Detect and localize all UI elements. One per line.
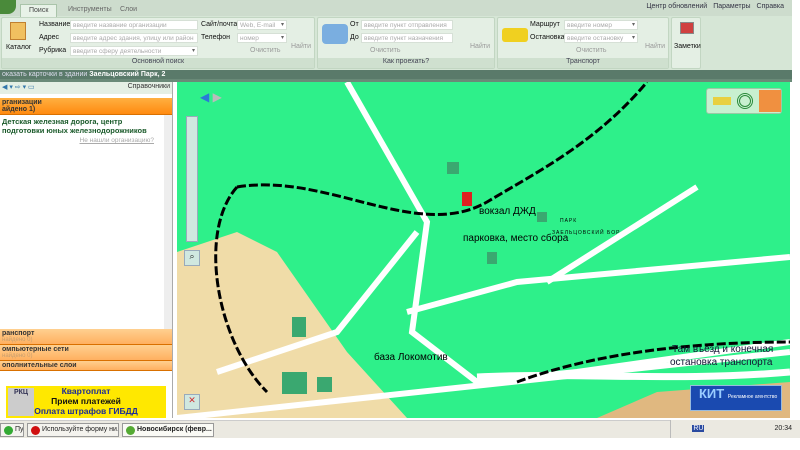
tab-tools[interactable]: Инструменты bbox=[60, 4, 120, 17]
address-label: Адрес bbox=[39, 34, 60, 41]
ruler-icon[interactable] bbox=[713, 97, 731, 105]
catalog-icon bbox=[10, 22, 26, 40]
site-input[interactable]: Web, E-mail bbox=[237, 20, 287, 30]
transport-group: Маршрут введите номер Остановка введите … bbox=[497, 17, 669, 69]
stop-label: Остановка bbox=[530, 34, 565, 41]
route-group: От введите пункт отправления До введите … bbox=[317, 17, 495, 69]
find-button[interactable]: Найти bbox=[291, 43, 311, 50]
tab-search[interactable]: Поиск bbox=[20, 4, 58, 17]
rkc-logo: РКЦ bbox=[8, 388, 34, 416]
phone-label: Телефон bbox=[201, 34, 231, 41]
layers-section[interactable]: ополнительные слои bbox=[0, 361, 172, 371]
start-button[interactable]: Пуск bbox=[0, 423, 24, 437]
section-count: найдено 0) bbox=[2, 337, 33, 343]
entrance-label: Там въезд и конечная bbox=[672, 344, 774, 355]
building-name: Заельцовский Парк, 2 bbox=[89, 71, 166, 78]
clock[interactable]: 20:34 bbox=[774, 425, 792, 432]
group-title: Как проехать? bbox=[318, 58, 494, 68]
from-input[interactable]: введите пункт отправления bbox=[361, 20, 453, 30]
entrance-label: остановка транспорта bbox=[670, 357, 773, 368]
main-search-group: Каталог Название введите название органи… bbox=[1, 17, 315, 69]
directories-dropdown[interactable]: Справочники bbox=[128, 83, 170, 90]
name-input[interactable]: введите название организации bbox=[70, 20, 198, 30]
language-indicator[interactable]: RU bbox=[692, 425, 705, 432]
site-label: Сайт/почта bbox=[201, 21, 238, 28]
section-label: омпьютерные сети bbox=[2, 346, 69, 353]
networks-section[interactable]: омпьютерные сети найдено 0) bbox=[0, 345, 172, 361]
left-toolbar: ◀ ▾ ⇨ ▾ ▭ Справочники bbox=[0, 82, 172, 94]
taskbar-item-opera[interactable]: Используйте форму ни... bbox=[27, 423, 119, 437]
stop-input[interactable]: введите остановку bbox=[564, 33, 638, 43]
bus-icon bbox=[502, 28, 528, 42]
map-canvas[interactable]: ◀ ▶ ⌕ ✕ вокзал ДЖД парковка, место сбора… bbox=[177, 82, 790, 418]
building-status[interactable]: оказать карточки в здании Заельцовский П… bbox=[0, 70, 792, 79]
zoom-slider[interactable] bbox=[186, 116, 198, 242]
station-label: вокзал ДЖД bbox=[479, 206, 536, 217]
transport-clear-button[interactable]: Очистить bbox=[576, 47, 606, 54]
fullscreen-icon[interactable]: ✕ bbox=[184, 394, 200, 410]
organizations-section[interactable]: рганизации айдено 1) bbox=[0, 98, 172, 115]
route-number-label: Маршрут bbox=[530, 21, 560, 28]
status-prefix: оказать карточки в здании bbox=[2, 71, 88, 78]
catalog-button[interactable]: Каталог bbox=[6, 44, 31, 51]
radar-icon[interactable] bbox=[737, 93, 753, 109]
top-links: Центр обновлений Параметры Справка bbox=[646, 3, 784, 10]
kit-ad[interactable]: КИТ Рекламное агентство bbox=[690, 385, 782, 411]
magnifier-icon[interactable]: ⌕ bbox=[184, 250, 200, 266]
park-label: ПАРК bbox=[560, 218, 578, 224]
rubric-select[interactable]: введите сферу деятельности bbox=[70, 46, 198, 56]
route-icon bbox=[322, 24, 348, 44]
name-label: Название bbox=[39, 21, 71, 28]
notes-label: Заметки bbox=[674, 43, 701, 50]
park-label: ЗАЕЛЬЦОВСКИЙ БОР bbox=[552, 230, 621, 236]
not-found-link[interactable]: Не нашли организацию? bbox=[0, 137, 164, 144]
from-label: От bbox=[350, 21, 359, 28]
map-back-icon[interactable]: ◀ ▶ bbox=[200, 90, 222, 104]
app-logo[interactable] bbox=[0, 0, 16, 14]
ribbon-tabs: Поиск Инструменты Слои Центр обновлений … bbox=[0, 0, 792, 17]
route-clear-button[interactable]: Очистить bbox=[370, 47, 400, 54]
section-label: ополнительные слои bbox=[2, 362, 77, 369]
help-link[interactable]: Справка bbox=[757, 3, 784, 10]
group-title: Основной поиск bbox=[2, 58, 314, 68]
base-label: база Локомотив bbox=[374, 352, 448, 363]
map-tools bbox=[706, 88, 782, 114]
org-header: рганизации bbox=[2, 99, 42, 106]
left-panel: ◀ ▾ ⇨ ▾ ▭ Справочники рганизации айдено 1)… bbox=[0, 82, 173, 418]
back-icon[interactable]: ◀ ▾ ⇨ ▾ ▭ bbox=[2, 84, 35, 91]
ad-banner[interactable]: РКЦ Квартоплат Прием платежей Оплата штр… bbox=[6, 386, 166, 418]
3d-view-icon[interactable] bbox=[759, 90, 781, 112]
result-item[interactable]: Детская железная дорога, центр подготовк… bbox=[0, 115, 164, 137]
transport-find-button[interactable]: Найти bbox=[645, 43, 665, 50]
address-input[interactable]: введите адрес здания, улицу или район bbox=[70, 33, 198, 43]
kit-logo: КИТ bbox=[699, 386, 725, 401]
notes-button[interactable]: Заметки bbox=[671, 17, 701, 69]
station-icon bbox=[462, 192, 472, 206]
results-list: Детская железная дорога, центр подготовк… bbox=[0, 115, 172, 329]
settings-link[interactable]: Параметры bbox=[713, 3, 750, 10]
group-title: Транспорт bbox=[498, 58, 668, 68]
route-find-button[interactable]: Найти bbox=[470, 43, 490, 50]
to-input[interactable]: введите пункт назначения bbox=[361, 33, 453, 43]
to-label: До bbox=[350, 34, 359, 41]
section-label: ранспорт bbox=[2, 330, 35, 337]
update-center-link[interactable]: Центр обновлений bbox=[646, 3, 707, 10]
clear-button[interactable]: Очистить bbox=[250, 47, 280, 54]
ribbon: Поиск Инструменты Слои Центр обновлений … bbox=[0, 0, 792, 70]
kit-text: Рекламное агентство bbox=[727, 394, 778, 400]
tab-layers[interactable]: Слои bbox=[112, 4, 145, 17]
route-number-input[interactable]: введите номер bbox=[564, 20, 638, 30]
phone-input[interactable]: номер bbox=[237, 33, 287, 43]
section-count: найдено 0) bbox=[2, 353, 33, 359]
org-count: айдено 1) bbox=[2, 106, 36, 113]
taskbar-item-2gis[interactable]: Новосибирск (февр... bbox=[122, 423, 214, 437]
rubric-label: Рубрика bbox=[39, 47, 67, 54]
transport-section[interactable]: ранспорт найдено 0) bbox=[0, 329, 172, 345]
notes-icon bbox=[680, 22, 694, 34]
system-tray: RU 20:34 bbox=[670, 420, 800, 438]
